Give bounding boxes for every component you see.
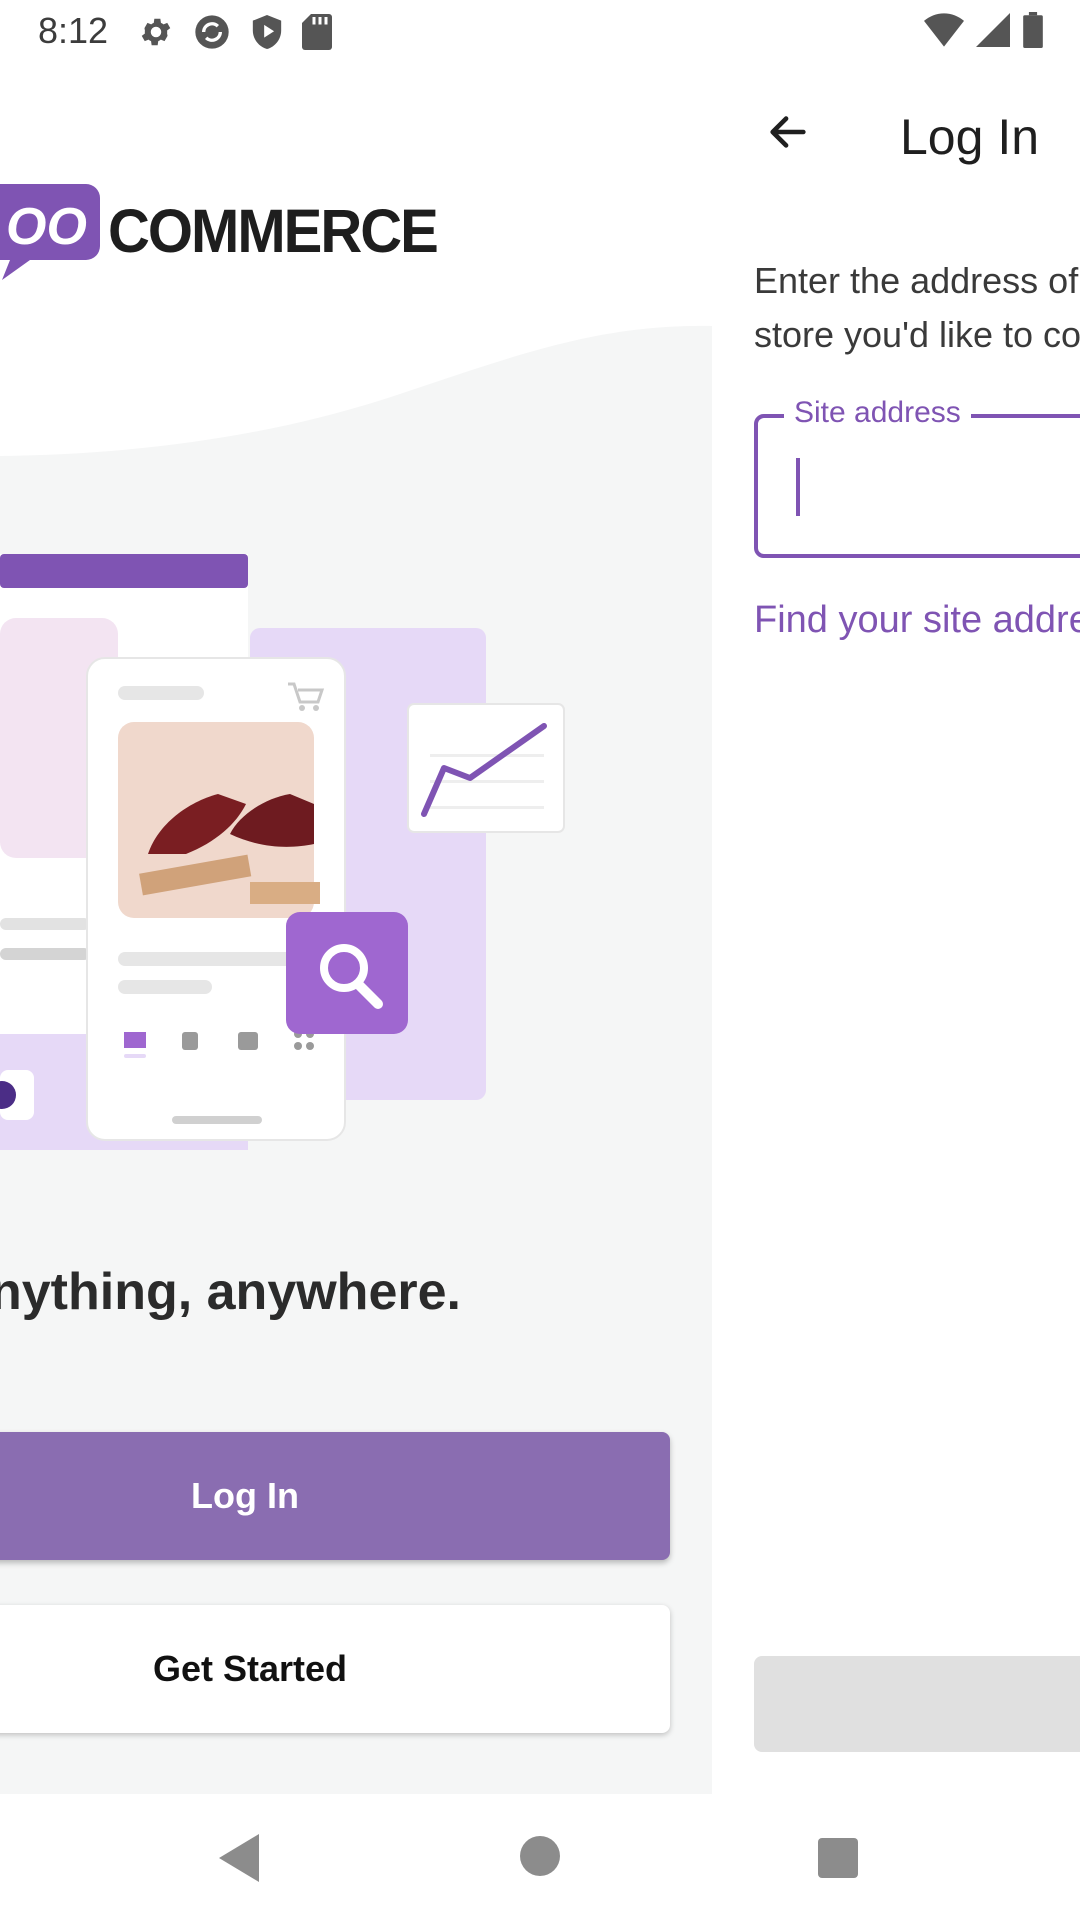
- welcome-tagline: nything, anywhere.: [0, 1263, 461, 1321]
- get-started-button[interactable]: Get Started: [0, 1605, 670, 1733]
- login-button[interactable]: Log In: [0, 1432, 670, 1560]
- status-time: 8:12: [38, 10, 109, 51]
- recents-icon[interactable]: [818, 1838, 858, 1878]
- find-site-address-link[interactable]: Find your site address: [754, 599, 1080, 642]
- text-cursor: [796, 458, 800, 516]
- battery-icon: [1023, 12, 1043, 48]
- sync-icon: [195, 15, 229, 49]
- logo-text: COMMERCE: [108, 197, 439, 266]
- cell-signal-icon: [976, 13, 1010, 47]
- back-arrow-icon[interactable]: [762, 109, 814, 155]
- woo-logo-bubble-text: OO: [6, 198, 87, 256]
- settings-icon: [141, 18, 171, 46]
- store-illustration: [0, 554, 565, 1150]
- home-icon[interactable]: [520, 1836, 560, 1876]
- screen: 8:12 OO COMMERCE nything, anywhere. Log …: [0, 0, 1080, 1920]
- background-wave: [0, 64, 712, 456]
- play-protect-icon: [252, 15, 282, 49]
- wifi-icon: [924, 13, 964, 47]
- login-panel: Log In Enter the address of your WooComm…: [712, 64, 1080, 1794]
- site-address-input[interactable]: [754, 414, 1080, 558]
- site-address-label: Site address: [784, 396, 971, 430]
- login-instructions: Enter the address of your WooCommerce st…: [754, 260, 1080, 355]
- navigation-bar: [0, 1794, 1080, 1920]
- page-title: Log In: [900, 109, 1040, 165]
- back-icon[interactable]: [218, 1834, 260, 1882]
- continue-button[interactable]: [754, 1656, 1080, 1752]
- welcome-panel: OO COMMERCE nything, anywhere. Log In Ge…: [0, 64, 712, 1794]
- sd-card-icon: [302, 14, 332, 50]
- status-bar: 8:12: [0, 0, 1080, 64]
- woo-logo-icon: OO: [0, 184, 100, 280]
